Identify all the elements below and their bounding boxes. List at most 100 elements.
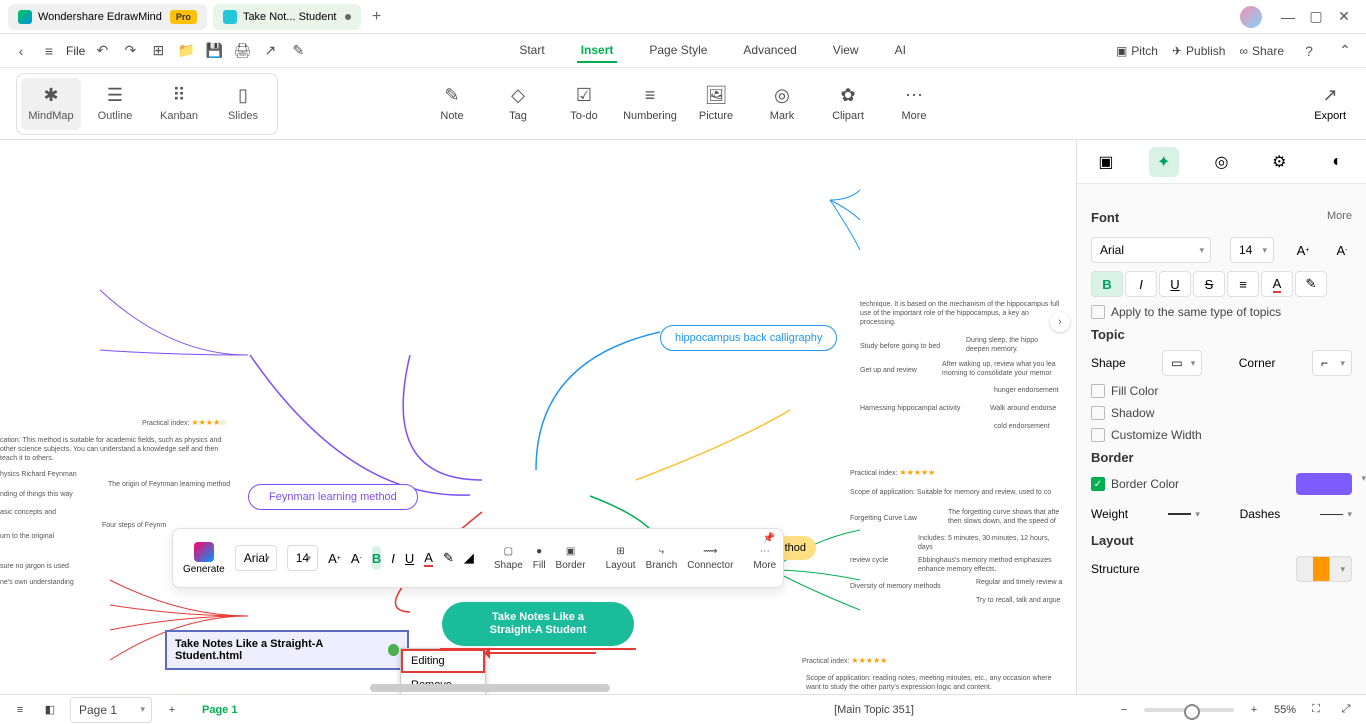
collapse-ribbon-button[interactable]: ⌃ (1334, 40, 1356, 62)
central-topic[interactable]: Take Notes Like a Straight-A Student (442, 602, 634, 646)
zoom-slider[interactable] (1144, 708, 1234, 712)
ft-font-select[interactable]: Arial (235, 545, 277, 571)
view-mindmap[interactable]: ✱MindMap (21, 78, 81, 130)
panel-align[interactable]: ≡ (1227, 271, 1259, 297)
zoom-out-button[interactable]: − (1114, 700, 1134, 720)
tab-page-style[interactable]: Page Style (645, 39, 711, 63)
page-indicator[interactable]: Page 1 (192, 700, 247, 720)
panel-tab-style[interactable]: ▣ (1091, 147, 1121, 177)
new-button[interactable]: ⊞ (147, 40, 169, 62)
font-family-select[interactable]: Arial (1091, 237, 1211, 263)
border-color-swatch[interactable] (1296, 473, 1352, 495)
ft-border[interactable]: ▣Border (556, 546, 586, 571)
ft-underline[interactable]: U (405, 546, 414, 570)
context-editing[interactable]: Editing (401, 649, 485, 673)
ribbon-tag[interactable]: ◇Tag (488, 85, 548, 122)
share-button[interactable]: ∞Share (1239, 44, 1284, 58)
publish-button[interactable]: ✈Publish (1172, 44, 1225, 58)
undo-button[interactable]: ↶ (91, 40, 113, 62)
structure-select[interactable] (1296, 556, 1352, 582)
ft-fill[interactable]: ●Fill (533, 546, 546, 571)
tab-advanced[interactable]: Advanced (739, 39, 800, 63)
help-button[interactable]: ? (1298, 40, 1320, 62)
horizontal-scrollbar[interactable] (370, 684, 610, 692)
ft-connector[interactable]: ⟿Connector (687, 546, 733, 571)
shape-select[interactable]: ▭ (1162, 350, 1202, 376)
dashes-select[interactable] (1320, 503, 1352, 525)
save-button[interactable]: 💾 (203, 40, 225, 62)
panel-italic[interactable]: I (1125, 271, 1157, 297)
maximize-button[interactable]: ▢ (1302, 7, 1330, 27)
customize-width-checkbox[interactable] (1091, 428, 1105, 442)
ft-italic[interactable]: I (391, 546, 395, 570)
ft-size-select[interactable]: 14 (287, 545, 318, 571)
view-outline[interactable]: ☰Outline (85, 78, 145, 130)
ft-shape[interactable]: ▢Shape (494, 546, 523, 571)
apply-same-checkbox[interactable] (1091, 305, 1105, 319)
panel-tab-history[interactable]: ◐ (1322, 147, 1352, 177)
ft-clear-format[interactable]: ◢ (464, 546, 474, 570)
user-avatar[interactable] (1240, 6, 1262, 28)
ribbon-picture[interactable]: 🖼Picture (686, 85, 746, 122)
back-button[interactable]: ‹ (10, 40, 32, 62)
zoom-in-button[interactable]: + (1244, 700, 1264, 720)
fillcolor-checkbox[interactable] (1091, 384, 1105, 398)
panel-tab-settings[interactable]: ⚙ (1264, 147, 1294, 177)
font-decrease[interactable]: A- (1332, 238, 1352, 262)
print-button[interactable]: 🖨 (231, 40, 253, 62)
ribbon-more[interactable]: ⋯More (884, 85, 944, 122)
file-menu[interactable]: File (66, 44, 85, 58)
ft-highlight[interactable]: ✎ (443, 546, 454, 570)
corner-select[interactable]: ⌐ (1312, 350, 1352, 376)
minimize-button[interactable]: — (1274, 7, 1302, 27)
branch-feynman[interactable]: Feynman learning method (248, 484, 418, 510)
tab-insert[interactable]: Insert (577, 39, 618, 63)
status-layers-icon[interactable]: ≡ (10, 700, 30, 720)
panel-strikethrough[interactable]: S (1193, 271, 1225, 297)
status-sidebar-icon[interactable]: ◧ (40, 700, 60, 720)
ft-branch[interactable]: ⤷Branch (646, 546, 678, 571)
ft-generate[interactable]: Generate (183, 542, 225, 575)
font-size-select[interactable]: 14 (1230, 237, 1274, 263)
panel-underline[interactable]: U (1159, 271, 1191, 297)
menu-icon[interactable]: ≡ (38, 40, 60, 62)
font-increase[interactable]: A+ (1293, 238, 1313, 262)
panel-bold[interactable]: B (1091, 271, 1123, 297)
document-tab[interactable]: Take Not... Student (213, 4, 361, 30)
weight-select[interactable] (1168, 503, 1200, 525)
panel-tab-mark[interactable]: ◎ (1206, 147, 1236, 177)
font-more[interactable]: More (1327, 210, 1352, 222)
shadow-checkbox[interactable] (1091, 406, 1105, 420)
app-tab[interactable]: Wondershare EdrawMind Pro (8, 4, 207, 30)
page-selector[interactable]: Page 1 (70, 697, 152, 723)
export-quick-button[interactable]: ↗ (259, 40, 281, 62)
ft-font-decrease[interactable]: A- (351, 546, 362, 570)
add-page-button[interactable]: + (162, 700, 182, 720)
ft-layout[interactable]: ⊞Layout (606, 546, 636, 571)
canvas[interactable]: Take Notes Like a Straight-A Student hip… (0, 140, 1076, 694)
ribbon-todo[interactable]: ☑To-do (554, 85, 614, 122)
new-tab-button[interactable]: + (367, 7, 387, 27)
panel-tab-ai[interactable]: ✦ (1149, 147, 1179, 177)
border-color-checkbox[interactable]: ✓ (1091, 477, 1105, 491)
close-button[interactable]: ✕ (1330, 7, 1358, 27)
tab-view[interactable]: View (829, 39, 863, 63)
ft-font-color[interactable]: A (424, 546, 433, 570)
ribbon-export[interactable]: ↗Export (1314, 85, 1346, 122)
ft-bold[interactable]: B (372, 546, 381, 570)
scroll-right-button[interactable]: › (1050, 312, 1070, 332)
pitch-button[interactable]: ▣Pitch (1116, 44, 1158, 58)
ribbon-clipart[interactable]: ✿Clipart (818, 85, 878, 122)
edit-button[interactable]: ✎ (287, 40, 309, 62)
fit-screen-button[interactable]: ⛶ (1306, 700, 1326, 720)
view-slides[interactable]: ▯Slides (213, 78, 273, 130)
ft-pin-icon[interactable]: 📌 (763, 533, 775, 544)
panel-font-color[interactable]: A (1261, 271, 1293, 297)
ribbon-numbering[interactable]: ≡Numbering (620, 85, 680, 122)
branch-hippocampus[interactable]: hippocampus back calligraphy (660, 325, 837, 351)
open-button[interactable]: 📁 (175, 40, 197, 62)
attachment-node[interactable]: Take Notes Like a Straight-A Student.htm… (165, 630, 409, 670)
view-kanban[interactable]: ⠿Kanban (149, 78, 209, 130)
ribbon-mark[interactable]: ◎Mark (752, 85, 812, 122)
panel-highlight[interactable]: ✎ (1295, 271, 1327, 297)
